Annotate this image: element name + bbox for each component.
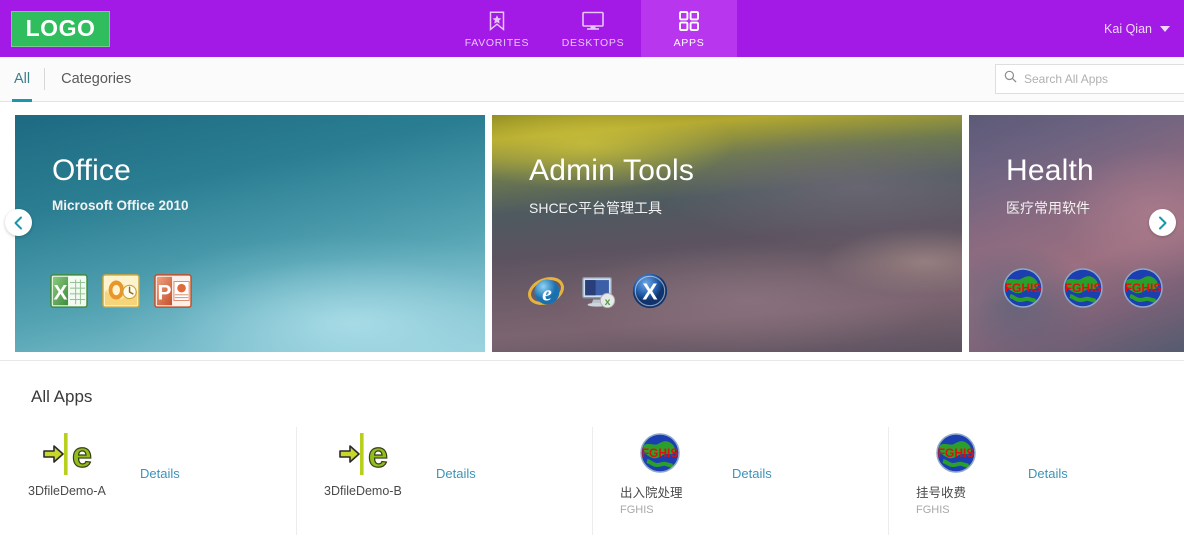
outlook-icon[interactable]: [102, 272, 140, 310]
nav-tab-apps-label: APPS: [673, 36, 705, 49]
all-apps-heading: All Apps: [31, 387, 93, 406]
card-background: [969, 115, 1184, 352]
card-title: Office: [52, 154, 132, 187]
card-icons: e x X: [527, 272, 669, 310]
svg-text:e: e: [72, 434, 92, 475]
svg-text:X: X: [642, 279, 657, 305]
e-demo-icon: e: [40, 431, 96, 477]
tab-categories[interactable]: Categories: [45, 57, 147, 102]
card-icons: X P: [50, 272, 192, 310]
svg-text:P: P: [157, 282, 171, 305]
search-input[interactable]: [1024, 72, 1176, 86]
card-title: Admin Tools: [529, 154, 695, 187]
nav-tab-favorites[interactable]: FAVORITES: [449, 0, 545, 57]
nav-tab-desktops[interactable]: DESKTOPS: [545, 0, 641, 57]
secondary-nav-bar: All Categories: [0, 57, 1184, 102]
card-icons: FGHIS FGHIS FGHIS: [1001, 266, 1165, 310]
card-title: Health: [1006, 154, 1094, 187]
main-nav-tabs: FAVORITES DESKTOPS APPS: [449, 0, 737, 57]
card-subtitle: Microsoft Office 2010: [52, 198, 189, 213]
app-name: 3DfileDemo-A: [28, 484, 106, 498]
svg-text:x: x: [605, 297, 611, 308]
x-app-icon[interactable]: X: [631, 272, 669, 310]
details-link[interactable]: Details: [436, 466, 476, 481]
featured-carousel: Office Microsoft Office 2010 X P Admin T…: [0, 102, 1184, 360]
nav-tab-desktops-label: DESKTOPS: [561, 36, 625, 49]
user-name-label: Kai Qian: [1104, 21, 1152, 36]
tab-all-label: All: [14, 71, 31, 87]
fghis-icon[interactable]: FGHIS: [1061, 266, 1105, 310]
app-icon-wrapper: e 3DfileDemo-A: [28, 431, 106, 501]
app-list-item[interactable]: e 3DfileDemo-A Details: [0, 424, 296, 542]
user-menu[interactable]: Kai Qian: [1104, 0, 1170, 57]
bookmark-icon: [489, 9, 505, 31]
chevron-left-icon: [14, 216, 22, 229]
top-navigation-bar: LOGO FAVORITES DESKTOPS APPS Kai Qian: [0, 0, 1184, 57]
carousel-next-button[interactable]: [1149, 209, 1176, 236]
fghis-icon[interactable]: FGHIS: [1001, 266, 1045, 310]
carousel-prev-button[interactable]: [5, 209, 32, 236]
all-apps-section: All Apps e 3DfileDemo-A Details e 3Dfile…: [0, 360, 1184, 542]
app-icon-wrapper: e 3DfileDemo-B: [324, 431, 402, 501]
all-apps-grid: e 3DfileDemo-A Details e 3DfileDemo-B De…: [0, 424, 1184, 542]
card-subtitle: 医疗常用软件: [1006, 200, 1090, 216]
carousel-card-admin-tools[interactable]: Admin Tools SHCEC平台管理工具 e x X: [492, 115, 962, 352]
powerpoint-icon[interactable]: P: [154, 272, 192, 310]
e-demo-icon: e: [336, 431, 392, 477]
search-container[interactable]: [995, 64, 1184, 94]
svg-text:FGHIS: FGHIS: [1005, 281, 1042, 295]
chevron-down-icon: [1160, 25, 1170, 32]
fghis-icon[interactable]: FGHIS: [1121, 266, 1165, 310]
app-list-item[interactable]: e 3DfileDemo-B Details: [296, 424, 592, 542]
card-subtitle: SHCEC平台管理工具: [529, 200, 663, 216]
excel-icon[interactable]: X: [50, 272, 88, 310]
carousel-card-health[interactable]: Health 医疗常用软件 FGHIS FGHIS FGHIS: [969, 115, 1184, 352]
app-list-item[interactable]: FGHIS 出入院处理 FGHIS Details: [592, 424, 888, 542]
tab-categories-label: Categories: [61, 71, 132, 87]
app-icon-wrapper: FGHIS 出入院处理 FGHIS: [620, 431, 692, 516]
card-background: [492, 115, 962, 352]
svg-text:FGHIS: FGHIS: [642, 446, 679, 460]
svg-text:e: e: [542, 282, 552, 306]
remote-desktop-icon[interactable]: x: [579, 272, 617, 310]
app-icon-wrapper: FGHIS 挂号收费 FGHIS: [916, 431, 988, 516]
details-link[interactable]: Details: [140, 466, 180, 481]
svg-text:FGHIS: FGHIS: [938, 446, 975, 460]
svg-text:X: X: [53, 282, 67, 305]
app-name: 挂号收费: [916, 486, 967, 500]
app-list-item[interactable]: FGHIS 挂号收费 FGHIS Details: [888, 424, 1184, 542]
svg-text:e: e: [368, 434, 388, 475]
carousel-cards: Office Microsoft Office 2010 X P Admin T…: [0, 115, 1184, 352]
grid-icon: [679, 9, 699, 31]
app-name: 出入院处理: [620, 486, 683, 500]
app-sub: FGHIS: [620, 504, 654, 516]
tab-all[interactable]: All: [0, 57, 44, 102]
details-link[interactable]: Details: [1028, 466, 1068, 481]
nav-tab-favorites-label: FAVORITES: [464, 36, 530, 49]
svg-text:FGHIS: FGHIS: [1125, 281, 1162, 295]
chevron-right-icon: [1159, 216, 1167, 229]
card-background: [15, 115, 485, 352]
nav-tab-apps[interactable]: APPS: [641, 0, 737, 57]
search-icon: [1004, 70, 1017, 88]
app-logo[interactable]: LOGO: [11, 10, 110, 47]
app-sub: FGHIS: [916, 504, 950, 516]
fghis-icon: FGHIS: [934, 431, 978, 475]
fghis-icon: FGHIS: [638, 431, 682, 475]
monitor-icon: [582, 9, 604, 31]
app-name: 3DfileDemo-B: [324, 484, 402, 498]
carousel-card-office[interactable]: Office Microsoft Office 2010 X P: [15, 115, 485, 352]
logo-container[interactable]: LOGO: [0, 0, 110, 57]
details-link[interactable]: Details: [732, 466, 772, 481]
svg-text:FGHIS: FGHIS: [1065, 281, 1102, 295]
internet-explorer-icon[interactable]: e: [527, 272, 565, 310]
